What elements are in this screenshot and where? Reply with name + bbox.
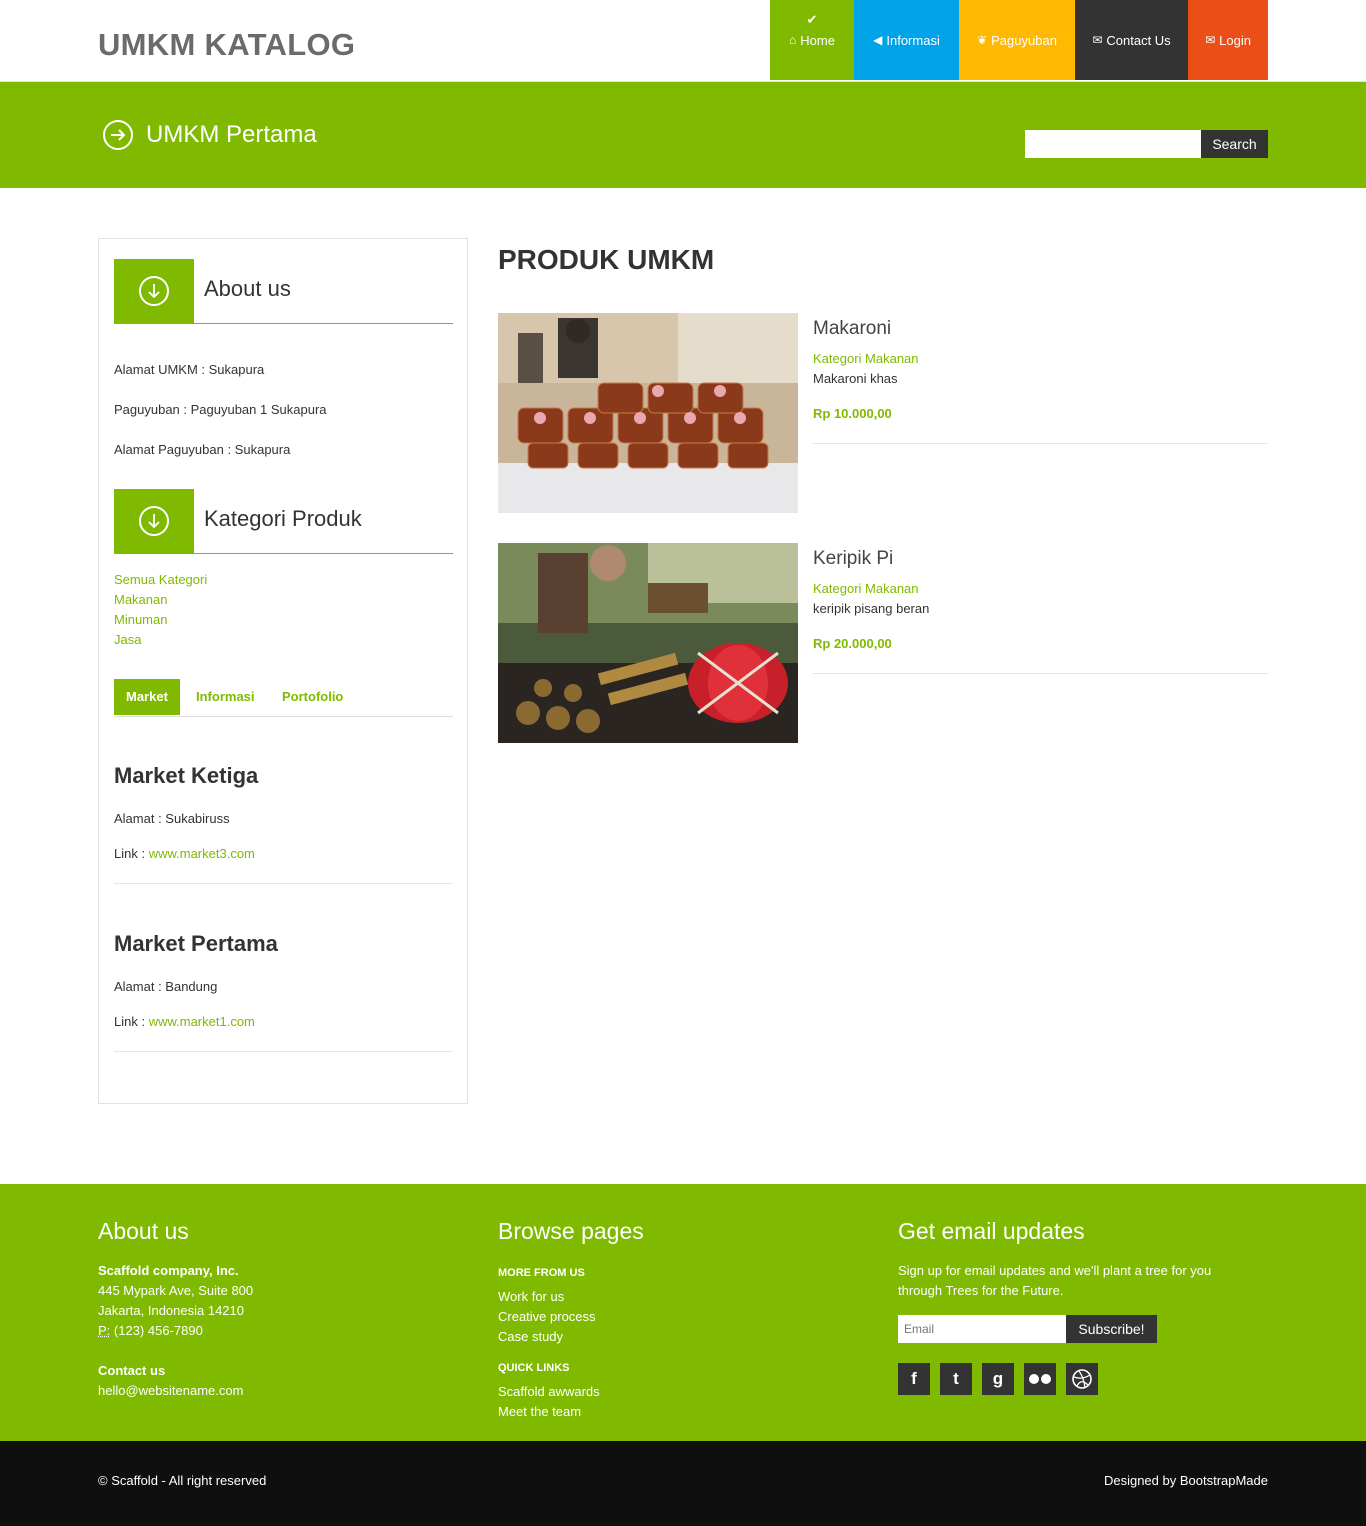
dribbble-icon[interactable] (1066, 1363, 1098, 1395)
market-link-row: Link : www.market3.com (114, 846, 255, 861)
product-description: keripik pisang beran (813, 601, 930, 616)
check-icon: ✔ (806, 12, 818, 27)
product-image-makaroni[interactable] (498, 313, 798, 513)
nav-contact-label: Contact Us (1106, 32, 1171, 48)
nav-informasi-label: Informasi (886, 32, 940, 48)
subscribe-button[interactable]: Subscribe! (1066, 1315, 1157, 1343)
about-section-header: About us (114, 259, 453, 324)
quick-links-title: QUICK LINKS (498, 1362, 570, 1374)
phone-label: P: (98, 1323, 111, 1338)
divider (813, 443, 1268, 444)
category-link-makanan[interactable]: Makanan (114, 592, 167, 607)
search-button[interactable]: Search (1201, 130, 1268, 158)
divider (114, 1051, 453, 1052)
products-heading: PRODUK UMKM (498, 244, 715, 275)
brand-logo[interactable]: UMKM KATALOG (98, 27, 355, 63)
envelope-icon: ✉ (1205, 33, 1216, 47)
footer-link[interactable]: Scaffold awwards (498, 1384, 600, 1399)
more-from-us-title: MORE FROM US (498, 1267, 585, 1279)
paguyuban-info: Paguyuban : Paguyuban 1 Sukapura (114, 402, 327, 417)
email-updates-title: Get email updates (898, 1218, 1085, 1244)
main-nav: ✔ ⌂ Home ◀ Informasi ❦ Paguyuban ✉ Conta… (770, 0, 1268, 80)
copyright: © Scaffold - All right reserved (98, 1473, 267, 1488)
nav-home-label: Home (800, 32, 835, 48)
phone-number: (123) 456-7890 (110, 1323, 203, 1338)
sidebar-tabs: Market Informasi Portofolio (114, 679, 453, 717)
nav-informasi[interactable]: ◀ Informasi (854, 0, 959, 80)
market-link[interactable]: www.market3.com (149, 846, 255, 861)
market-alamat: Alamat : Bandung (114, 979, 218, 994)
email-input[interactable] (898, 1315, 1066, 1343)
flickr-icon[interactable] (1024, 1363, 1056, 1395)
footer-link[interactable]: Creative process (498, 1309, 596, 1324)
envelope-icon: ✉ (1092, 33, 1103, 47)
market-link-label: Link : (114, 846, 149, 861)
product-image-keripik[interactable] (498, 543, 798, 743)
category-link-semua[interactable]: Semua Kategori (114, 572, 207, 587)
footer-link[interactable]: Work for us (498, 1289, 564, 1304)
market-alamat: Alamat : Sukabiruss (114, 811, 230, 826)
kategori-title: Kategori Produk (204, 506, 362, 531)
contact-title: Contact us (98, 1363, 166, 1378)
divider (114, 883, 453, 884)
search-input[interactable] (1025, 130, 1201, 158)
sidebar: About us Alamat UMKM : Sukapura Paguyuba… (98, 238, 468, 1104)
product-name[interactable]: Keripik Pi (813, 548, 893, 570)
category-link-minuman[interactable]: Minuman (114, 612, 167, 627)
email-updates-text: Sign up for email updates and we'll plan… (898, 1263, 1212, 1278)
tab-informasi[interactable]: Informasi (196, 679, 255, 715)
nav-contact[interactable]: ✉ Contact Us (1075, 0, 1188, 80)
market-link[interactable]: www.market1.com (149, 1014, 255, 1029)
product-name[interactable]: Makaroni (813, 318, 891, 340)
footer-about-title: About us (98, 1218, 189, 1244)
product-price: Rp 10.000,00 (813, 406, 892, 421)
alamat-umkm: Alamat UMKM : Sukapura (114, 362, 265, 377)
kategori-icon-box (114, 489, 194, 553)
nav-login-label: Login (1219, 32, 1251, 48)
phone-row: P: (123) 456-7890 (98, 1323, 203, 1338)
top-header: UMKM KATALOG ✔ ⌂ Home ◀ Informasi ❦ Pagu… (0, 0, 1366, 82)
arrow-down-circle-icon (139, 276, 169, 306)
product-price: Rp 20.000,00 (813, 636, 892, 651)
footer-link[interactable]: Case study (498, 1329, 563, 1344)
market-title: Market Ketiga (114, 763, 259, 788)
arrow-down-circle-icon (139, 506, 169, 536)
email-updates-text: through Trees for the Future. (898, 1283, 1064, 1298)
address-line: 445 Mypark Ave, Suite 800 (98, 1283, 254, 1298)
product-category[interactable]: Kategori Makanan (813, 581, 919, 596)
arrow-right-circle-icon (103, 120, 133, 150)
browse-title: Browse pages (498, 1218, 644, 1244)
nav-home[interactable]: ✔ ⌂ Home (770, 0, 854, 80)
facebook-icon[interactable]: f (898, 1363, 930, 1395)
contact-email-link[interactable]: hello@websitename.com (98, 1383, 243, 1398)
about-icon-box (114, 259, 194, 323)
footer-link[interactable]: Meet the team (498, 1404, 581, 1419)
market-title: Market Pertama (114, 931, 278, 956)
about-title: About us (204, 276, 291, 301)
google-icon[interactable]: g (982, 1363, 1014, 1395)
nav-paguyuban-label: Paguyuban (991, 32, 1057, 48)
tab-portofolio[interactable]: Portofolio (282, 679, 343, 715)
kategori-section-header: Kategori Produk (114, 489, 453, 554)
market-link-row: Link : www.market1.com (114, 1014, 255, 1029)
leaf-icon: ❦ (977, 33, 988, 47)
alamat-paguyuban: Alamat Paguyuban : Sukapura (114, 442, 291, 457)
nav-paguyuban[interactable]: ❦ Paguyuban (959, 0, 1075, 80)
nav-login[interactable]: ✉ Login (1188, 0, 1268, 80)
megaphone-icon: ◀ (873, 33, 883, 47)
product-description: Makaroni khas (813, 371, 898, 386)
product-category[interactable]: Kategori Makanan (813, 351, 919, 366)
home-icon: ⌂ (789, 33, 797, 47)
page-title: UMKM Pertama (146, 121, 317, 148)
address-line: Jakarta, Indonesia 14210 (98, 1303, 244, 1318)
tab-market[interactable]: Market (114, 679, 180, 715)
designed-by: Designed by BootstrapMade (1103, 1473, 1268, 1488)
category-link-jasa[interactable]: Jasa (114, 632, 141, 647)
market-link-label: Link : (114, 1014, 149, 1029)
company-name: Scaffold company, Inc. (98, 1263, 239, 1278)
divider (813, 673, 1268, 674)
twitter-icon[interactable]: t (940, 1363, 972, 1395)
